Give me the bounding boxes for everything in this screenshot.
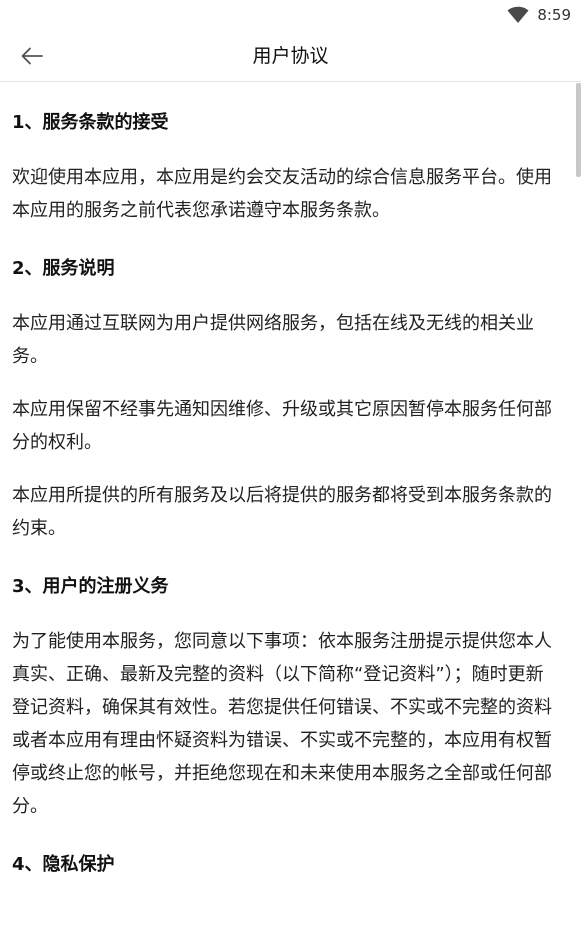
- section-heading: 1、服务条款的接受: [12, 112, 169, 133]
- status-bar: 8:59: [0, 0, 581, 30]
- back-button[interactable]: [14, 40, 50, 72]
- paragraph: 为了能使用本服务，您同意以下事项：依本服务注册提示提供您本人真实、正确、最新及完…: [12, 631, 552, 817]
- paragraph: 本应用所提供的所有服务及以后将提供的服务都将受到本服务条款的约束。: [12, 485, 552, 539]
- page-title: 用户协议: [252, 45, 329, 67]
- paragraph: 本应用通过互联网为用户提供网络服务，包括在线及无线的相关业务。: [12, 313, 534, 367]
- status-icons: 8:59: [507, 4, 571, 26]
- app-bar: 用户协议: [0, 30, 581, 82]
- section-heading: 4、隐私保护: [12, 854, 115, 875]
- paragraph: 本应用保留不经事先通知因维修、升级或其它原因暂停本服务任何部分的权利。: [12, 399, 552, 453]
- wifi-icon: [507, 6, 529, 24]
- agreement-content[interactable]: 1、服务条款的接受 欢迎使用本应用，本应用是约会交友活动的综合信息服务平台。使用…: [0, 83, 581, 930]
- section-heading: 3、用户的注册义务: [12, 576, 169, 597]
- status-time: 8:59: [537, 6, 571, 24]
- paragraph: 欢迎使用本应用，本应用是约会交友活动的综合信息服务平台。使用本应用的服务之前代表…: [12, 167, 552, 221]
- arrow-left-icon: [21, 47, 43, 65]
- scrollbar[interactable]: [576, 83, 581, 177]
- section-heading: 2、服务说明: [12, 258, 115, 279]
